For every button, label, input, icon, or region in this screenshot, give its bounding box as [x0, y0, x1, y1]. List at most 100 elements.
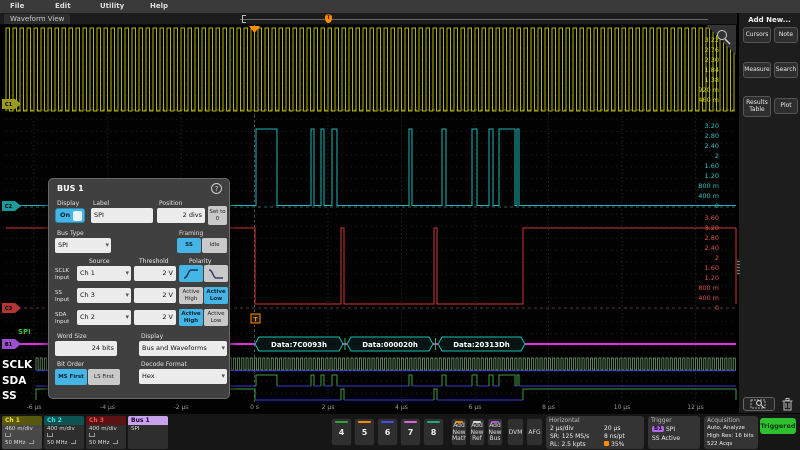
ss-active-high-button[interactable]: Active High	[179, 287, 203, 304]
add-measure-button[interactable]: Measure	[743, 62, 771, 78]
add-results-table-button[interactable]: Results Table	[743, 96, 771, 117]
add-new-ref-button[interactable]: Add New Ref	[469, 418, 485, 446]
svg-text:2.76: 2.76	[705, 46, 719, 54]
svg-text:3.20: 3.20	[705, 224, 719, 232]
display-toggle[interactable]: On	[55, 208, 85, 223]
sclk-polarity-rising-button[interactable]	[179, 265, 203, 282]
sclk-source-value: Ch 1	[80, 269, 95, 277]
acquisition-mode: Auto, Analyze	[707, 425, 745, 431]
channel-button-8[interactable]: 8	[423, 418, 444, 446]
sclk-threshold-input[interactable]: 2 V	[134, 266, 176, 281]
zoom-area-tool-button[interactable]	[743, 397, 775, 411]
acquisition-panel[interactable]: Acquisition Auto, Analyze High Res: 16 b…	[704, 416, 758, 449]
acquisition-count: 522 Acqs	[707, 441, 732, 447]
bus-label-input[interactable]: SPI	[91, 208, 153, 223]
add-search-button[interactable]: Search	[774, 62, 798, 78]
menu-item-utility[interactable]: Utility	[100, 2, 124, 10]
channel-badge-ch1[interactable]: Ch 1 460 m/div 50 MHz	[2, 416, 42, 449]
add-plot-button[interactable]: Plot	[774, 98, 798, 114]
decode-format-dropdown[interactable]: Hex ▾	[139, 369, 227, 384]
sample-rate: SR: 125 MS/s	[550, 433, 589, 440]
bus1-badge-title: Bus 1	[128, 416, 168, 425]
svg-text:1.20: 1.20	[705, 172, 719, 180]
sample-res: 8 ns/pt	[604, 433, 625, 440]
channel-badge-ch2[interactable]: Ch 2 400 m/div 50 MHz	[44, 416, 84, 449]
channel-button-4[interactable]: 4	[331, 418, 352, 446]
decode-format-value: Hex	[142, 372, 155, 380]
ss-input-label: SS Input	[55, 290, 77, 303]
svg-text:920 m: 920 m	[698, 86, 719, 94]
add-cursors-button[interactable]: Cursors	[743, 27, 771, 43]
zoom-window-bracket[interactable]	[242, 15, 246, 23]
menu-item-edit[interactable]: Edit	[55, 2, 71, 10]
bus-badge-bus1[interactable]: Bus 1 SPI	[128, 416, 168, 449]
framing-ss-button[interactable]: SS	[177, 238, 201, 253]
svg-text:460 m: 460 m	[698, 96, 719, 104]
acquisition-res: High Res: 16 bits	[707, 433, 754, 439]
panel-resize-handle[interactable]	[737, 259, 740, 275]
timeline-scrollbar[interactable]	[240, 19, 708, 20]
sclk-source-dropdown[interactable]: Ch 1▾	[77, 266, 131, 281]
word-size-input[interactable]: 24 bits	[55, 341, 117, 356]
bus-color-stripe	[491, 421, 499, 423]
falling-edge-icon	[208, 268, 224, 280]
acquisition-title: Acquisition	[707, 417, 740, 424]
framing-idle-button[interactable]: Idle	[202, 238, 227, 253]
channel-button-7[interactable]: 7	[400, 418, 421, 446]
svg-text:3.20: 3.20	[705, 122, 719, 130]
tab-waveform-view[interactable]: Waveform View	[4, 14, 70, 24]
horizontal-panel[interactable]: Horizontal 2 µs/div 20 µs SR: 125 MS/s 8…	[546, 416, 644, 449]
ss-threshold-input[interactable]: 2 V	[134, 288, 176, 303]
menu-item-help[interactable]: Help	[150, 2, 168, 10]
trigger-pin-icon[interactable]	[325, 14, 332, 23]
sda-active-high-button[interactable]: Active High	[179, 309, 203, 326]
svg-text:2.80: 2.80	[705, 132, 719, 140]
position-input[interactable]: 2 divs	[157, 208, 205, 223]
svg-text:2: 2	[715, 254, 719, 262]
dvm-button[interactable]: DVM	[507, 418, 524, 446]
bit-order-ms-first-button[interactable]: MS First	[55, 369, 87, 385]
bottom-bar: Ch 1 460 m/div 50 MHz Ch 2 400 m/div 50 …	[0, 413, 800, 450]
sda-source-dropdown[interactable]: Ch 2▾	[77, 310, 131, 325]
svg-text:B1: B1	[5, 342, 13, 348]
display-mode-dropdown[interactable]: Bus and Waveforms▾	[139, 341, 227, 356]
menu-item-file[interactable]: File	[10, 2, 24, 10]
add-new-math-button[interactable]: Add New Math	[451, 418, 467, 446]
channel-button-5[interactable]: 5	[354, 418, 375, 446]
add-new-bus-button[interactable]: Add New Bus	[487, 418, 503, 446]
help-button[interactable]: ?	[211, 183, 222, 194]
ch5-color-stripe	[358, 421, 371, 423]
bit-order-ls-first-button[interactable]: LS First	[88, 369, 120, 385]
sclk-polarity-falling-button[interactable]	[204, 265, 228, 282]
chevron-down-icon: ▾	[221, 369, 225, 384]
channel-badge-ch3[interactable]: Ch 3 400 m/div 50 MHz	[86, 416, 126, 449]
svg-text:SCLK: SCLK	[2, 359, 33, 371]
sda-threshold-input[interactable]: 2 V	[134, 310, 176, 325]
bus-type-dropdown[interactable]: SPI ▾	[55, 238, 111, 253]
bus1-type: SPI	[131, 426, 139, 432]
ch6-label: 6	[385, 428, 391, 437]
ss-active-low-button[interactable]: Active Low	[204, 287, 228, 304]
horizontal-title: Horizontal	[549, 417, 580, 424]
add-note-button[interactable]: Note	[774, 27, 798, 43]
toggle-knob	[73, 211, 82, 221]
svg-text:SDA: SDA	[2, 375, 27, 387]
ref-color-stripe	[473, 421, 481, 423]
set-to-zero-button[interactable]: Set to 0	[208, 206, 227, 225]
svg-text:400 m: 400 m	[698, 192, 719, 200]
display-label: Display	[57, 200, 79, 207]
sda-active-low-button[interactable]: Active Low	[204, 309, 228, 326]
zoom-area-icon	[750, 399, 768, 409]
afg-button[interactable]: AFG	[526, 418, 543, 446]
trigger-panel[interactable]: Trigger B1 SPI SS Active	[648, 416, 700, 449]
trigger-type: SPI	[666, 426, 675, 433]
bus1-config-dialog: BUS 1 ? Display On Label SPI Position 2 …	[48, 178, 230, 399]
record-length: RL: 2.5 kpts	[550, 441, 586, 448]
channel-button-6[interactable]: 6	[377, 418, 398, 446]
ss-source-dropdown[interactable]: Ch 3▾	[77, 288, 131, 303]
svg-text:1.20: 1.20	[705, 274, 719, 282]
trash-button[interactable]	[780, 396, 795, 412]
threshold-column-header: Threshold	[139, 258, 169, 265]
svg-text:C2: C2	[5, 204, 13, 210]
svg-text:C1: C1	[5, 102, 13, 108]
